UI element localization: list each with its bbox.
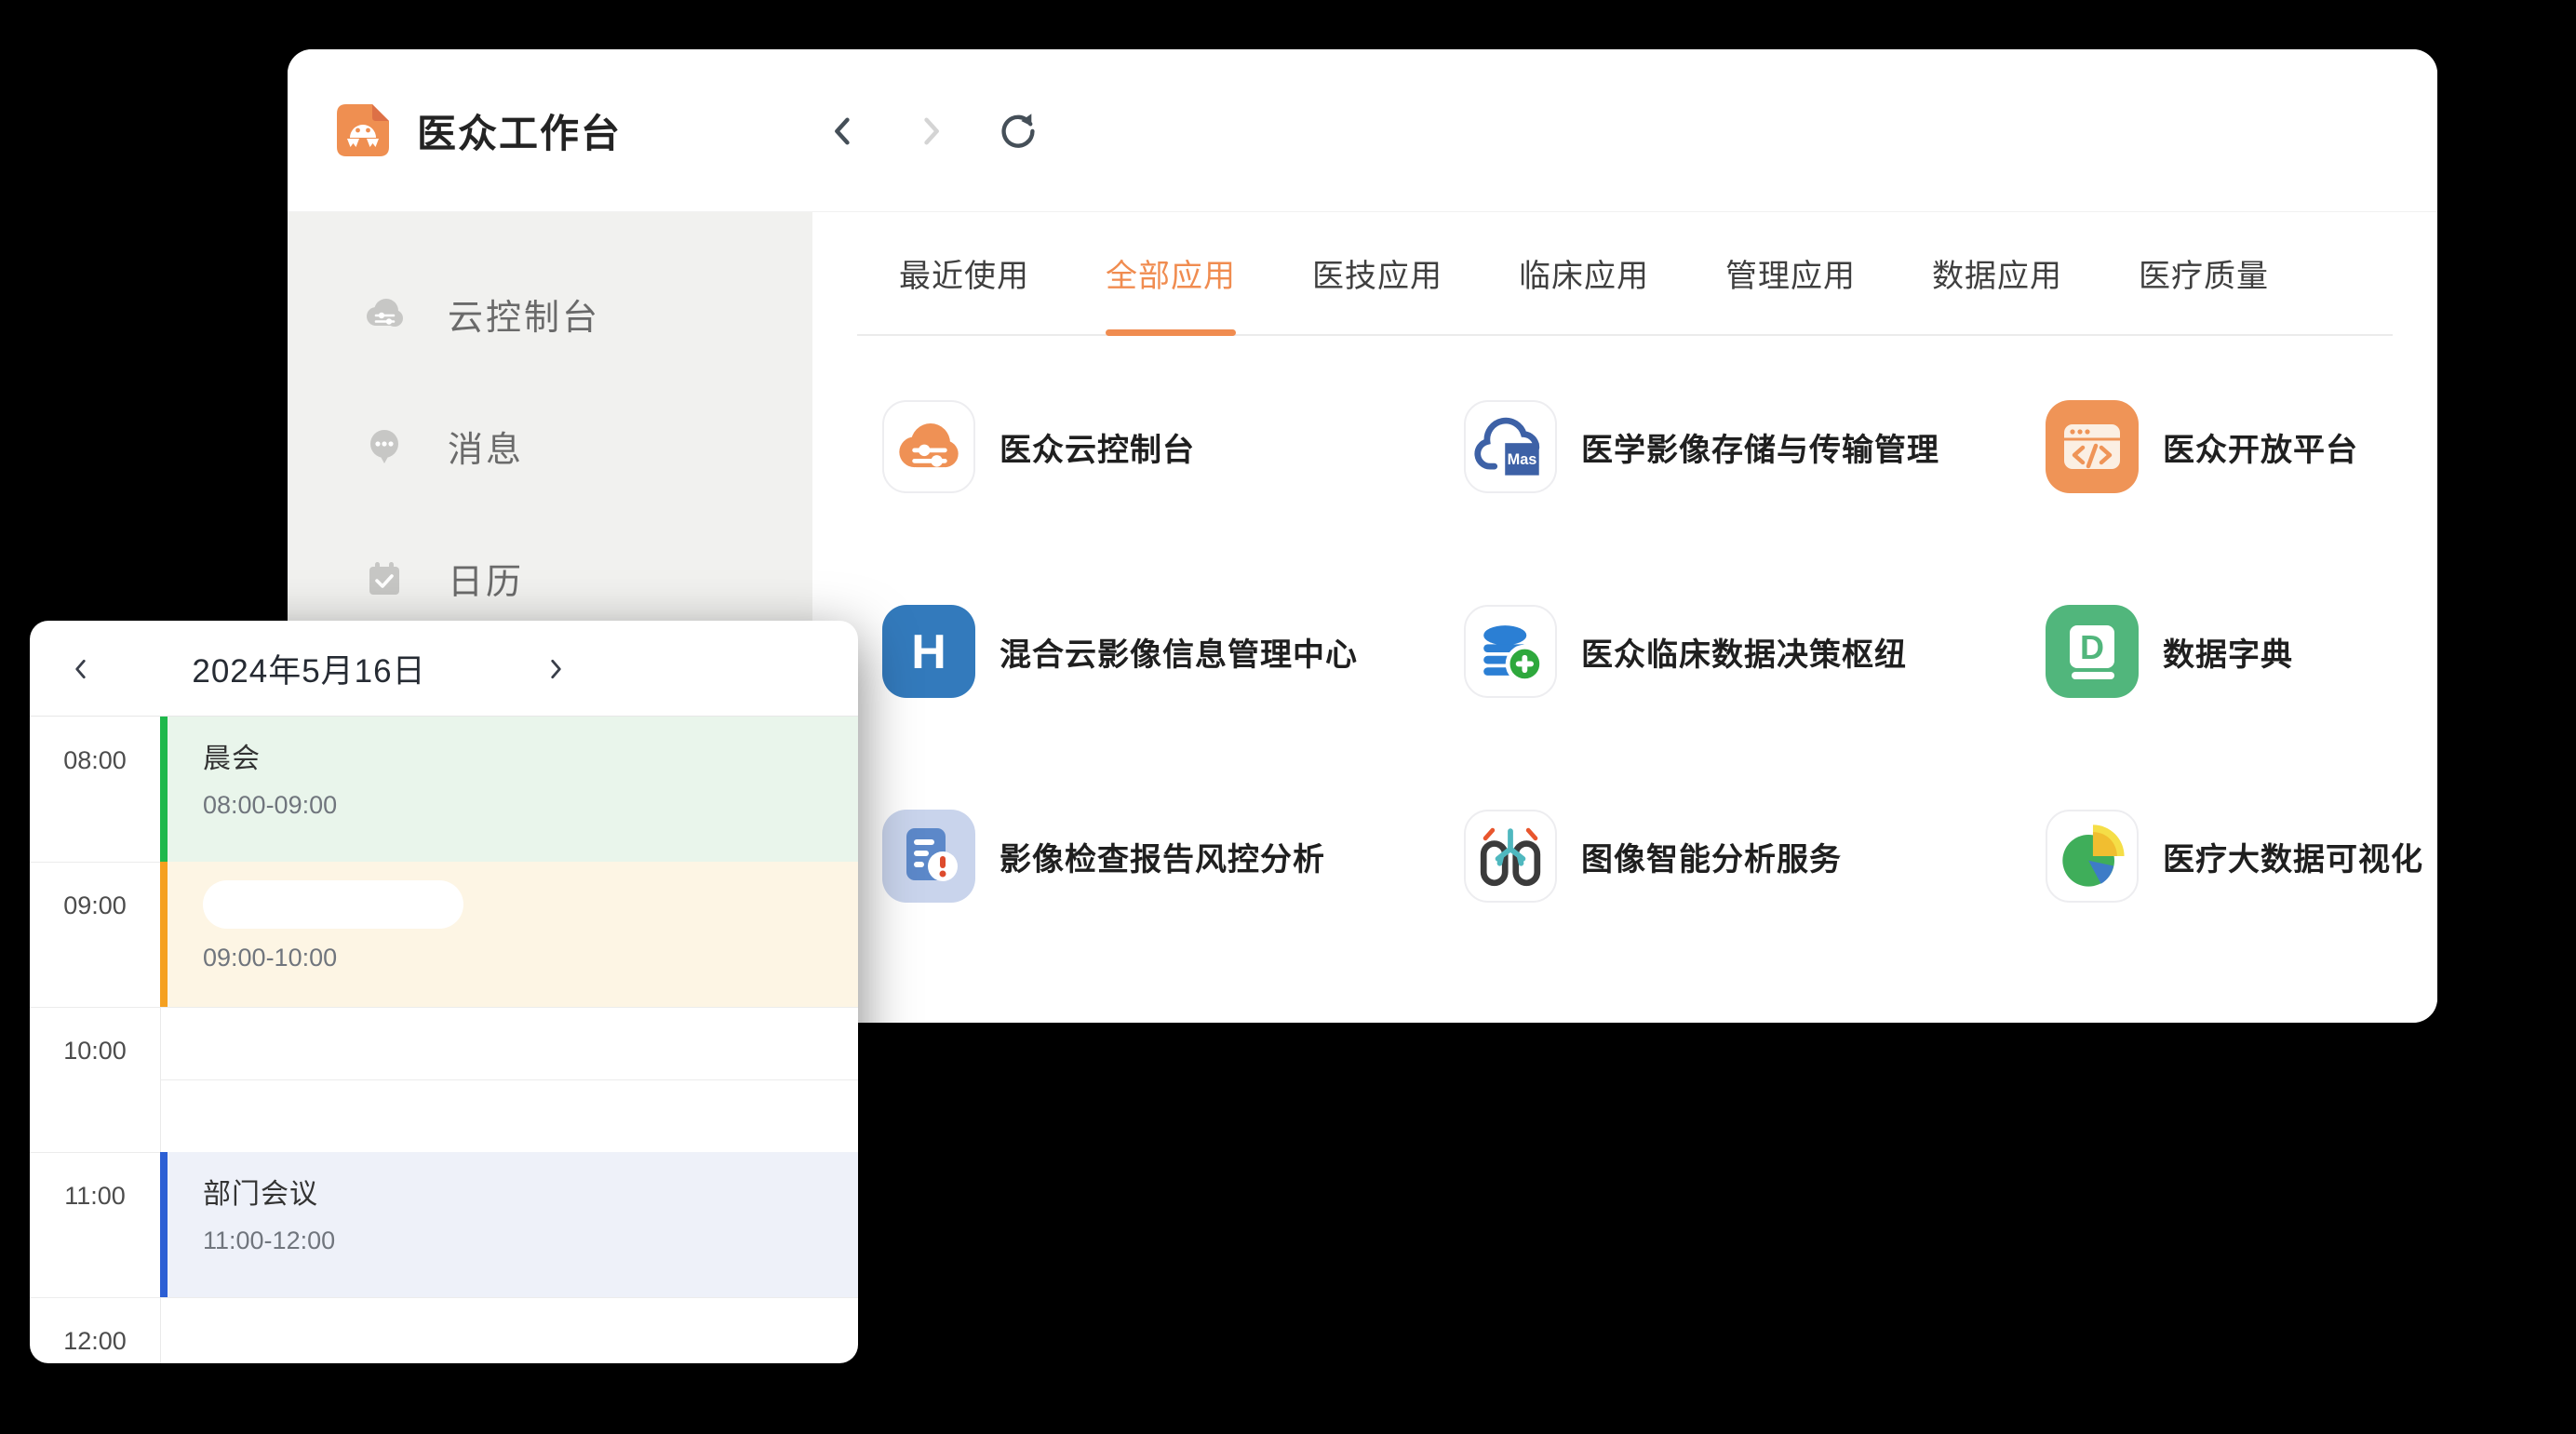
app-item-cloud-console[interactable]: 医众云控制台: [882, 400, 1464, 493]
cloud-console-icon: [362, 291, 407, 336]
time-label: 08:00: [30, 746, 160, 775]
time-label: 12:00: [30, 1327, 160, 1356]
sidebar-item-messages[interactable]: 消息: [288, 380, 812, 512]
app-item-label: 医众临床数据决策枢纽: [1581, 629, 1907, 675]
time-label: 09:00: [30, 891, 160, 920]
pie-chart-icon: [2046, 810, 2139, 903]
time-label: 11:00: [30, 1182, 160, 1211]
hour-gridline: [30, 1007, 858, 1008]
back-button[interactable]: [823, 111, 864, 152]
app-item-report-risk-analysis[interactable]: 影像检查报告风控分析: [882, 810, 1464, 903]
refresh-icon: [998, 111, 1039, 152]
event-title: 部门会议: [203, 1171, 858, 1212]
app-item-label: 医众云控制台: [1000, 424, 1195, 470]
app-item-open-platform[interactable]: 医众开放平台: [2046, 400, 2437, 493]
half-hour-gridline: [160, 1079, 858, 1080]
mas-label: Mas: [1508, 451, 1537, 468]
prev-day-button[interactable]: [58, 621, 104, 717]
h-label: H: [911, 625, 946, 679]
app-logo-icon: [337, 104, 389, 156]
d-label: D: [2080, 628, 2104, 666]
app-grid: 医众云控制台 Mas 医学影像存储与传输管理: [812, 336, 2437, 903]
nav-controls: [823, 49, 1039, 212]
cloud-mas-icon: Mas: [1464, 400, 1557, 493]
app-item-label: 影像检查报告风控分析: [1000, 834, 1325, 879]
tab-recent[interactable]: 最近使用: [899, 212, 1029, 334]
app-item-label: 图像智能分析服务: [1581, 834, 1842, 879]
database-plus-icon: [1464, 605, 1557, 698]
event-time: 08:00-09:00: [203, 791, 858, 820]
next-day-button[interactable]: [532, 621, 579, 717]
app-item-label: 数据字典: [2163, 629, 2293, 675]
sidebar-item-label: 云控制台: [448, 288, 600, 340]
hour-gridline: [30, 1297, 858, 1298]
redacted-event-title: [203, 880, 463, 929]
event-title: 晨会: [203, 735, 858, 776]
forward-button[interactable]: [910, 111, 951, 152]
chevron-right-icon: [912, 113, 949, 150]
calendar-event-redacted[interactable]: 09:00-10:00: [160, 862, 858, 1007]
chevron-left-icon: [69, 657, 93, 681]
app-item-hybrid-cloud-imaging[interactable]: H 混合云影像信息管理中心: [882, 605, 1464, 698]
event-time: 11:00-12:00: [203, 1226, 858, 1255]
cloud-settings-icon: [882, 400, 975, 493]
tab-management-apps[interactable]: 管理应用: [1725, 212, 1856, 334]
chevron-left-icon: [825, 113, 862, 150]
tab-clinical-apps[interactable]: 临床应用: [1519, 212, 1649, 334]
app-item-imaging-storage[interactable]: Mas 医学影像存储与传输管理: [1464, 400, 2046, 493]
content-panel: 最近使用 全部应用 医技应用 临床应用 管理应用 数据应用 医疗质量: [812, 212, 2437, 1023]
calendar-event-morning-meeting[interactable]: 晨会 08:00-09:00: [160, 717, 858, 862]
lungs-icon: [1464, 810, 1557, 903]
app-item-label: 医疗大数据可视化: [2163, 834, 2423, 879]
app-title: 医众工作台: [417, 102, 622, 159]
tab-data-apps[interactable]: 数据应用: [1932, 212, 2062, 334]
window-header: 医众工作台: [288, 49, 2437, 212]
calendar-panel: 2024年5月16日 08:00 09:00 10:00 11:00 12:00…: [30, 621, 858, 1363]
calendar-date-title: 2024年5月16日: [114, 621, 504, 717]
app-item-big-data-visualization[interactable]: 医疗大数据可视化: [2046, 810, 2437, 903]
tabs-bar: 最近使用 全部应用 医技应用 临床应用 管理应用 数据应用 医疗质量: [857, 212, 2393, 336]
tab-all-apps[interactable]: 全部应用: [1106, 212, 1236, 334]
app-item-label: 医学影像存储与传输管理: [1581, 424, 1939, 470]
app-item-label: 混合云影像信息管理中心: [1000, 629, 1358, 675]
dictionary-book-icon: D: [2046, 605, 2139, 698]
calendar-event-department-meeting[interactable]: 部门会议 11:00-12:00: [160, 1152, 858, 1297]
sidebar-item-label: 日历: [448, 553, 524, 604]
sidebar-item-label: 消息: [448, 421, 524, 472]
tab-medtech-apps[interactable]: 医技应用: [1312, 212, 1442, 334]
chevron-right-icon: [543, 657, 568, 681]
sidebar-item-cloud-console[interactable]: 云控制台: [288, 248, 812, 380]
letter-h-icon: H: [882, 605, 975, 698]
screen: 医众工作台: [0, 0, 2576, 1434]
app-item-clinical-data-hub[interactable]: 医众临床数据决策枢纽: [1464, 605, 2046, 698]
message-bubble-icon: [362, 423, 407, 468]
calendar-check-icon: [362, 556, 407, 600]
tab-medical-quality[interactable]: 医疗质量: [2139, 212, 2269, 334]
app-item-label: 医众开放平台: [2163, 424, 2358, 470]
event-time: 09:00-10:00: [203, 944, 858, 972]
app-item-image-ai-analysis[interactable]: 图像智能分析服务: [1464, 810, 2046, 903]
calendar-header: 2024年5月16日: [30, 621, 858, 717]
calendar-body: 08:00 09:00 10:00 11:00 12:00 晨会 08:00-0…: [30, 717, 858, 1363]
report-alert-icon: [882, 810, 975, 903]
refresh-button[interactable]: [998, 111, 1039, 152]
code-window-icon: [2046, 400, 2139, 493]
time-label: 10:00: [30, 1037, 160, 1065]
app-item-data-dictionary[interactable]: D 数据字典: [2046, 605, 2437, 698]
